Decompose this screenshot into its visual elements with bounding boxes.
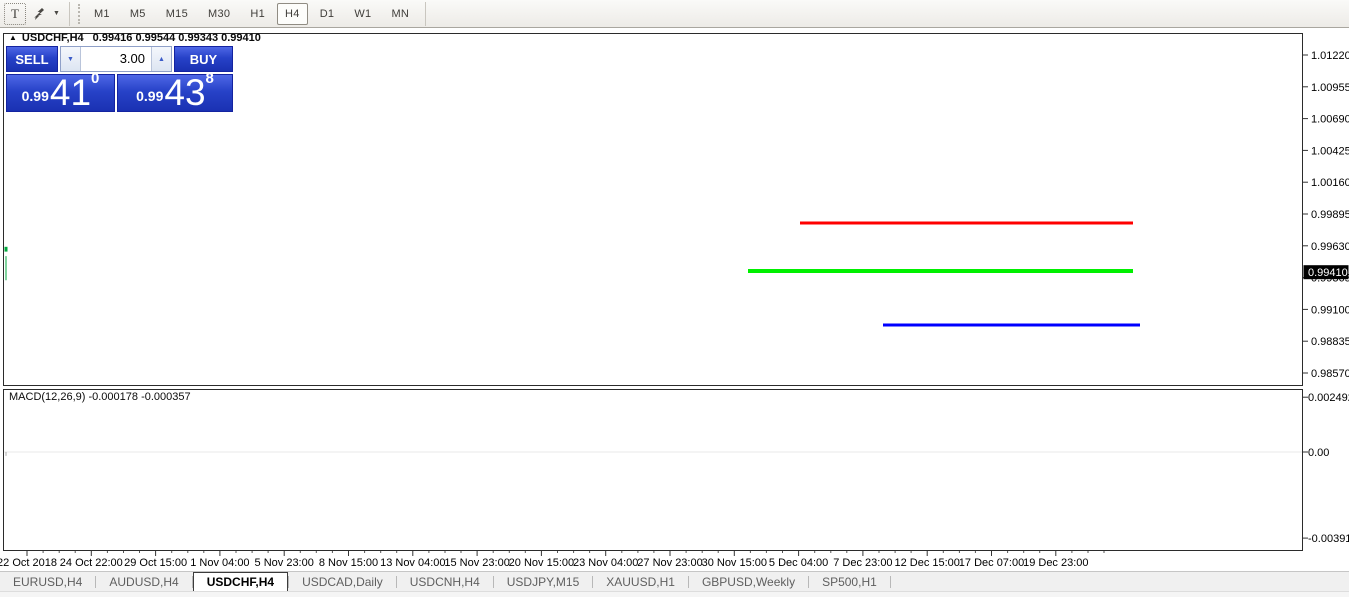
price-axis-label: 0.98835	[1311, 336, 1349, 348]
timeframe-button-group: M1M5M15M30H1H4D1W1MN	[82, 3, 417, 25]
chart-tab-EURUSD-H4[interactable]: EURUSD,H4	[0, 572, 95, 591]
chart-tab-GBPUSD-Weekly[interactable]: GBPUSD,Weekly	[689, 572, 808, 591]
mt4-window: 1.01220 1.00955 1.00690 1.00425 1.00160 0.998…	[0, 0, 1349, 597]
time-axis-label: 30 Nov 15:00	[702, 557, 767, 569]
tab-separator	[890, 576, 891, 588]
buy-button[interactable]: BUY	[174, 46, 233, 72]
spin-up-icon: ▲	[158, 56, 165, 63]
timeframe-button-MN[interactable]: MN	[383, 3, 417, 25]
time-axis-label: 23 Nov 04:00	[573, 557, 638, 569]
timeframe-button-M30[interactable]: M30	[200, 3, 238, 25]
time-axis-label: 7 Dec 23:00	[833, 557, 892, 569]
price-axis-label: 1.00955	[1311, 82, 1349, 94]
chart-tab-AUDUSD-H4[interactable]: AUDUSD,H4	[96, 572, 191, 591]
bottom-scroll-strip[interactable]	[0, 591, 1349, 597]
cursor-arrows-tool-button[interactable]: ▼	[30, 3, 61, 25]
symbol-timeframe-label: USDCHF,H4	[22, 32, 84, 44]
price-axis-label: 1.00425	[1311, 145, 1349, 157]
time-axis-label: 20 Nov 15:00	[509, 557, 574, 569]
chart-tab-USDJPY-M15[interactable]: USDJPY,M15	[494, 572, 592, 591]
volume-input[interactable]: 3.00	[81, 47, 151, 71]
volume-decrease-button[interactable]: ▼	[61, 47, 81, 71]
timeframe-button-H1[interactable]: H1	[242, 3, 273, 25]
macd-axis-label: -0.003913	[1308, 533, 1349, 545]
time-axis-label: 24 Oct 22:00	[60, 557, 123, 569]
time-axis-label: 13 Nov 04:00	[380, 557, 445, 569]
diagonal-arrows-icon	[31, 7, 49, 21]
panel-collapse-arrow-icon[interactable]: ▲	[9, 33, 17, 42]
chart-tab-USDCHF-H4[interactable]: USDCHF,H4	[193, 572, 288, 591]
chart-tab-USDCNH-H4[interactable]: USDCNH,H4	[397, 572, 493, 591]
sell-price-display[interactable]: 0.99 41 0	[6, 74, 115, 112]
dropdown-caret-icon[interactable]: ▼	[53, 10, 60, 17]
time-axis-label: 8 Nov 15:00	[319, 557, 378, 569]
time-axis-label: 15 Nov 23:00	[444, 557, 509, 569]
chart-tab-bar: EURUSD,H4AUDUSD,H4USDCHF,H4USDCAD,DailyU…	[0, 571, 1349, 591]
price-axis-label: 0.99100	[1311, 304, 1349, 316]
timeframe-button-W1[interactable]: W1	[346, 3, 379, 25]
time-axis-label: 27 Nov 23:00	[637, 557, 702, 569]
price-axis-label: 1.01220	[1311, 50, 1349, 62]
price-axis-label: 0.98570	[1311, 368, 1349, 380]
timeframe-button-M15[interactable]: M15	[158, 3, 196, 25]
macd-axis-label: 0.00	[1308, 447, 1329, 459]
macd-indicator-label: MACD(12,26,9) -0.000178 -0.000357	[9, 391, 191, 403]
current-price-text: 0.99410	[1308, 267, 1348, 279]
price-axis-label: 1.00160	[1311, 177, 1349, 189]
timeframe-button-H4[interactable]: H4	[277, 3, 308, 25]
sell-button[interactable]: SELL	[6, 46, 58, 72]
time-axis-label: 22 Oct 2018	[0, 557, 57, 569]
spin-down-icon: ▼	[67, 56, 74, 63]
timeframe-button-M1[interactable]: M1	[86, 3, 118, 25]
time-axis-label: 19 Dec 23:00	[1023, 557, 1088, 569]
volume-increase-button[interactable]: ▲	[151, 47, 171, 71]
price-axis-label: 1.00690	[1311, 114, 1349, 126]
time-axis-label: 1 Nov 04:00	[190, 557, 249, 569]
macd-axis[interactable]: 0.002492 0.00 -0.003913	[1303, 392, 1349, 545]
time-axis[interactable]: 22 Oct 201824 Oct 22:0029 Oct 15:001 Nov…	[0, 551, 1104, 569]
price-axis[interactable]: 1.01220 1.00955 1.00690 1.00425 1.00160 0.998…	[1303, 50, 1349, 380]
toolbar-separator	[69, 2, 70, 26]
timeframe-button-D1[interactable]: D1	[312, 3, 343, 25]
one-click-trading-panel: SELL ▼ 3.00 ▲ BUY 0.99 41 0 0.99 43 8	[6, 46, 233, 112]
chart-title: ▲ USDCHF,H4 0.99416 0.99544 0.99343 0.99…	[9, 32, 261, 44]
buy-price-display[interactable]: 0.99 43 8	[117, 74, 233, 112]
time-axis-label: 5 Dec 04:00	[769, 557, 828, 569]
chart-tab-XAUUSD-H1[interactable]: XAUUSD,H1	[593, 572, 688, 591]
timeframe-button-M5[interactable]: M5	[122, 3, 154, 25]
macd-axis-label: 0.002492	[1308, 392, 1349, 404]
top-toolbar: T ▼ M1M5M15M30H1H4D1W1MN	[0, 0, 1349, 28]
time-axis-label: 17 Dec 07:00	[959, 557, 1024, 569]
volume-stepper: ▼ 3.00 ▲	[60, 46, 172, 72]
text-tool-button[interactable]: T	[4, 3, 26, 25]
chart-tab-USDCAD-Daily[interactable]: USDCAD,Daily	[289, 572, 396, 591]
time-axis-label: 5 Nov 23:00	[255, 557, 314, 569]
price-axis-label: 0.99630	[1311, 241, 1349, 253]
time-axis-label: 29 Oct 15:00	[124, 557, 187, 569]
toolbar-separator	[425, 2, 426, 26]
time-axis-label: 12 Dec 15:00	[894, 557, 959, 569]
price-axis-label: 0.99895	[1311, 209, 1349, 221]
ohlc-values: 0.99416 0.99544 0.99343 0.99410	[93, 32, 261, 44]
chart-tab-SP500-H1[interactable]: SP500,H1	[809, 572, 890, 591]
